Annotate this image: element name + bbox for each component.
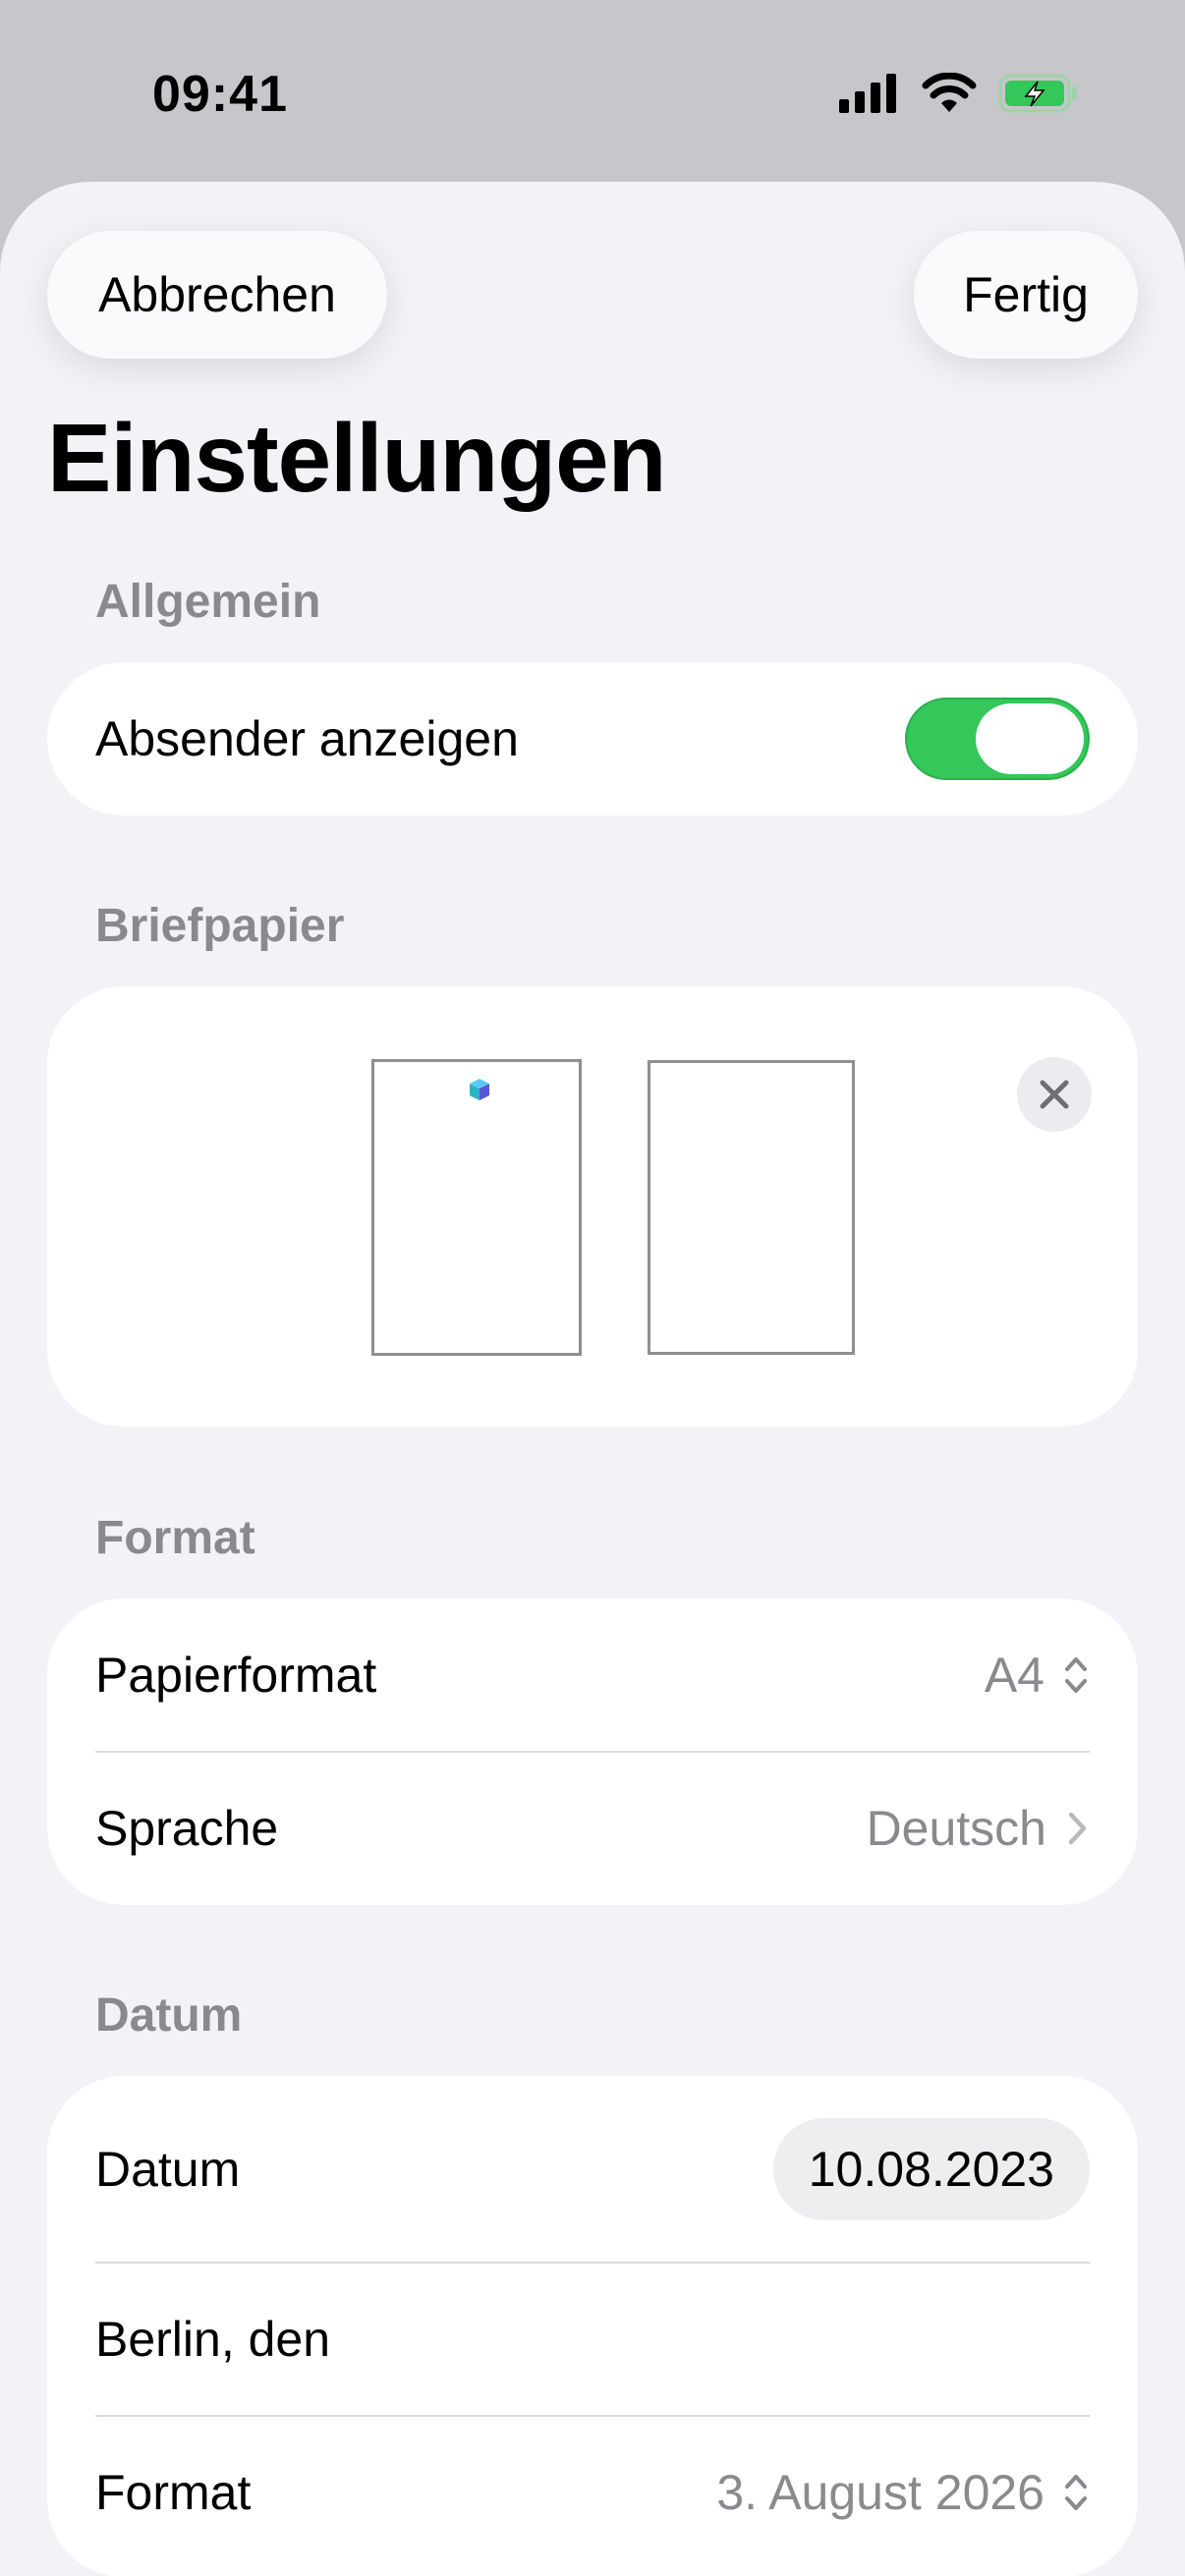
done-button[interactable]: Fertig [914,231,1138,359]
status-icons [839,73,1079,114]
chevron-up-down-icon [1065,2475,1087,2510]
paper-format-value: A4 [984,1648,1044,1703]
close-icon [1040,1080,1069,1109]
date-format-label: Format [95,2465,252,2520]
place-row[interactable]: Berlin, den [95,2263,1090,2416]
show-sender-row[interactable]: Absender anzeigen [95,662,1090,815]
chevron-up-down-icon [1065,1657,1087,1693]
chevron-right-icon [1068,1812,1087,1845]
page-title: Einstellungen [47,404,667,512]
letterhead-card [47,986,1138,1427]
cellular-signal-icon [839,74,896,113]
date-format-row[interactable]: Format 3. August 2026 [95,2416,1090,2569]
status-bar: 09:41 [0,0,1185,187]
section-header-format: Format [95,1512,255,1564]
section-header-letterhead: Briefpapier [95,900,345,952]
language-value: Deutsch [866,1801,1046,1856]
date-row[interactable]: Datum 10.08.2023 [95,2076,1090,2263]
section-header-general: Allgemein [95,576,321,628]
language-label: Sprache [95,1801,279,1856]
battery-charging-icon [998,74,1077,113]
remove-letterhead-button[interactable] [1017,1057,1092,1132]
cancel-button[interactable]: Abbrechen [47,231,387,359]
date-format-value: 3. August 2026 [716,2465,1044,2520]
date-card: Datum 10.08.2023 Berlin, den Format 3. A… [47,2076,1138,2576]
date-picker-button[interactable]: 10.08.2023 [772,2118,1090,2220]
status-time: 09:41 [152,66,288,123]
show-sender-label: Absender anzeigen [95,711,519,766]
show-sender-toggle[interactable] [905,698,1090,780]
letterhead-first-page[interactable] [371,1059,582,1356]
general-card: Absender anzeigen [47,662,1138,815]
format-card: Papierformat A4 Sprache Deutsch [47,1598,1138,1905]
toggle-knob [976,703,1084,774]
place-text-field[interactable]: Berlin, den [95,2311,330,2368]
letterhead-following-page[interactable] [648,1060,855,1355]
settings-sheet: Abbrechen Fertig Einstellungen Allgemein… [0,182,1185,2576]
wifi-icon [922,73,977,112]
paper-format-label: Papierformat [95,1648,377,1703]
paper-format-row[interactable]: Papierformat A4 [95,1598,1090,1752]
logo-icon [470,1079,489,1100]
date-label: Datum [95,2142,241,2197]
section-header-date: Datum [95,1989,243,2042]
language-row[interactable]: Sprache Deutsch [95,1752,1090,1905]
